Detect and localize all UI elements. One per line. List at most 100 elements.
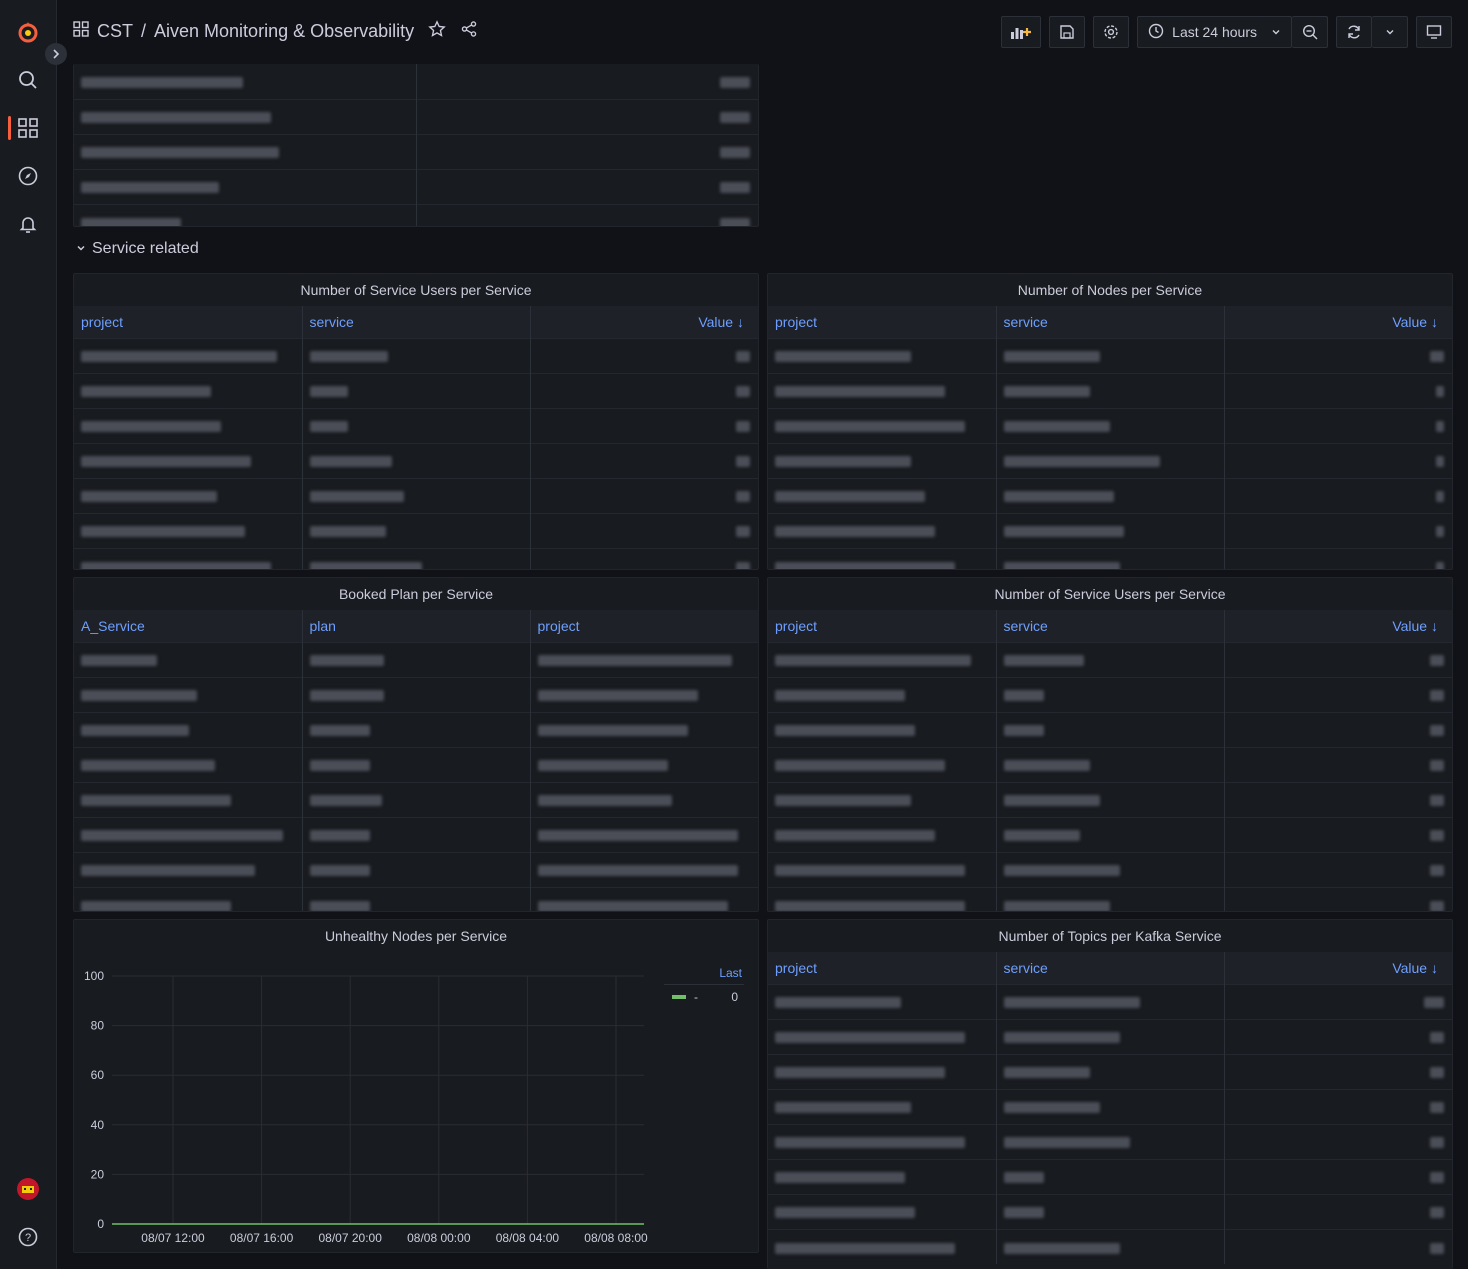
row-header-service-related[interactable]: Service related bbox=[76, 240, 199, 258]
y-tick-label: 60 bbox=[91, 1068, 105, 1082]
refresh-interval-dropdown[interactable] bbox=[1372, 16, 1408, 48]
panel-title[interactable]: Unhealthy Nodes per Service bbox=[74, 920, 758, 952]
x-tick-label: 08/08 08:00 bbox=[584, 1231, 648, 1245]
table-row bbox=[74, 203, 758, 226]
star-icon[interactable] bbox=[428, 20, 446, 43]
chevron-down-icon bbox=[1271, 24, 1281, 40]
legend-series-name: - bbox=[694, 989, 698, 1004]
time-picker-group: Last 24 hours bbox=[1137, 16, 1328, 48]
y-tick-label: 40 bbox=[91, 1118, 105, 1132]
add-panel-button[interactable] bbox=[1001, 16, 1042, 48]
zoom-out-button[interactable] bbox=[1292, 16, 1328, 48]
table-row bbox=[74, 512, 758, 548]
column-header-project[interactable]: project bbox=[768, 306, 997, 338]
breadcrumb: CST / Aiven Monitoring & Observability bbox=[73, 20, 478, 43]
table-row bbox=[768, 337, 1452, 373]
panel-title[interactable]: Number of Nodes per Service bbox=[768, 274, 1452, 306]
column-header-project[interactable]: project bbox=[530, 610, 758, 642]
series-color-swatch bbox=[672, 995, 686, 1000]
time-range-picker[interactable]: Last 24 hours bbox=[1137, 16, 1292, 48]
legend-row[interactable]: - 0 bbox=[664, 984, 744, 1008]
user-avatar[interactable] bbox=[12, 1173, 44, 1205]
column-header-service[interactable]: service bbox=[996, 952, 1225, 984]
table-row bbox=[74, 746, 758, 782]
table-row bbox=[768, 1228, 1452, 1264]
column-header-a-service[interactable]: A_Service bbox=[74, 610, 303, 642]
panel-unhealthy-nodes: Unhealthy Nodes per Service 0 20 40 60 80 100… bbox=[73, 919, 759, 1253]
panel-booked-plan: Booked Plan per Service A_Service plan p… bbox=[73, 577, 759, 912]
y-tick-label: 0 bbox=[97, 1217, 104, 1231]
y-tick-label: 20 bbox=[91, 1167, 105, 1181]
table-row bbox=[768, 1018, 1452, 1054]
table-row bbox=[74, 711, 758, 747]
refresh-group bbox=[1336, 16, 1408, 48]
column-header-value[interactable]: Value ↓ bbox=[1224, 610, 1452, 642]
column-header-value[interactable]: Value ↓ bbox=[530, 306, 758, 338]
top-bar: CST / Aiven Monitoring & Observability L… bbox=[57, 0, 1468, 64]
table-row bbox=[768, 1053, 1452, 1089]
dashboard-grid-icon bbox=[73, 21, 89, 42]
tv-mode-button[interactable] bbox=[1416, 16, 1452, 48]
help-icon[interactable]: ? bbox=[12, 1221, 44, 1253]
table-row bbox=[768, 1088, 1452, 1124]
column-header-service[interactable]: service bbox=[302, 306, 531, 338]
x-tick-label: 08/07 20:00 bbox=[318, 1231, 382, 1245]
panel-title[interactable]: Number of Service Users per Service bbox=[768, 578, 1452, 610]
legend-header-last[interactable]: Last bbox=[664, 962, 744, 984]
table-row bbox=[768, 512, 1452, 548]
table-row bbox=[768, 746, 1452, 782]
table-row bbox=[74, 442, 758, 478]
column-header-project[interactable]: project bbox=[768, 610, 997, 642]
table-row bbox=[768, 1158, 1452, 1194]
data-table: project service Value ↓ bbox=[74, 306, 758, 569]
sort-desc-icon: ↓ bbox=[1431, 313, 1438, 330]
table-row bbox=[768, 547, 1452, 569]
sort-desc-icon: ↓ bbox=[1431, 959, 1438, 976]
column-header-project[interactable]: project bbox=[74, 306, 303, 338]
column-header-value[interactable]: Value ↓ bbox=[1224, 306, 1452, 338]
table-row bbox=[74, 133, 758, 169]
table-row bbox=[768, 781, 1452, 817]
x-tick-label: 08/07 12:00 bbox=[141, 1231, 205, 1245]
side-nav: ? bbox=[0, 0, 57, 1269]
table-row bbox=[74, 641, 758, 677]
dashboard-title[interactable]: Aiven Monitoring & Observability bbox=[154, 21, 414, 42]
column-header-service[interactable]: service bbox=[996, 306, 1225, 338]
table-row bbox=[74, 168, 758, 204]
panel-title[interactable]: Number of Service Users per Service bbox=[74, 274, 758, 306]
breadcrumb-folder[interactable]: CST bbox=[97, 21, 133, 42]
data-table: project service Value ↓ bbox=[768, 610, 1452, 911]
chevron-down-icon bbox=[76, 240, 86, 258]
x-tick-label: 08/08 00:00 bbox=[407, 1231, 471, 1245]
data-table: project service Value ↓ bbox=[768, 306, 1452, 569]
table-row bbox=[768, 1123, 1452, 1159]
table-row bbox=[768, 442, 1452, 478]
save-dashboard-button[interactable] bbox=[1049, 16, 1086, 48]
dashboard-settings-button[interactable] bbox=[1093, 16, 1130, 48]
table-row bbox=[74, 64, 758, 99]
share-icon[interactable] bbox=[460, 20, 478, 43]
panel-service-users-1: Number of Service Users per Service proj… bbox=[73, 273, 759, 570]
sort-desc-icon: ↓ bbox=[737, 313, 744, 330]
expand-nav-button[interactable] bbox=[45, 43, 67, 65]
search-icon[interactable] bbox=[12, 64, 44, 96]
data-table: A_Service plan project bbox=[74, 610, 758, 911]
grafana-logo-icon[interactable] bbox=[12, 16, 44, 48]
table-row bbox=[74, 407, 758, 443]
table-row bbox=[74, 337, 758, 373]
table-row bbox=[74, 781, 758, 817]
panel-title[interactable]: Number of Topics per Kafka Service bbox=[768, 920, 1452, 952]
alerting-bell-icon[interactable] bbox=[12, 208, 44, 240]
panel-service-users-2: Number of Service Users per Service proj… bbox=[767, 577, 1453, 912]
column-header-value[interactable]: Value ↓ bbox=[1224, 952, 1452, 984]
explore-compass-icon[interactable] bbox=[12, 160, 44, 192]
chart-area[interactable]: 0 20 40 60 80 100 08/07 12:00 08/07 16:00 08/07 … bbox=[74, 952, 758, 1252]
panel-title[interactable]: Booked Plan per Service bbox=[74, 578, 758, 610]
column-header-service[interactable]: service bbox=[996, 610, 1225, 642]
refresh-button[interactable] bbox=[1336, 16, 1372, 48]
dashboards-icon[interactable] bbox=[12, 112, 44, 144]
table-row bbox=[74, 547, 758, 569]
column-header-plan[interactable]: plan bbox=[302, 610, 531, 642]
panel-kafka-topics: Number of Topics per Kafka Service proje… bbox=[767, 919, 1453, 1269]
column-header-project[interactable]: project bbox=[768, 952, 997, 984]
